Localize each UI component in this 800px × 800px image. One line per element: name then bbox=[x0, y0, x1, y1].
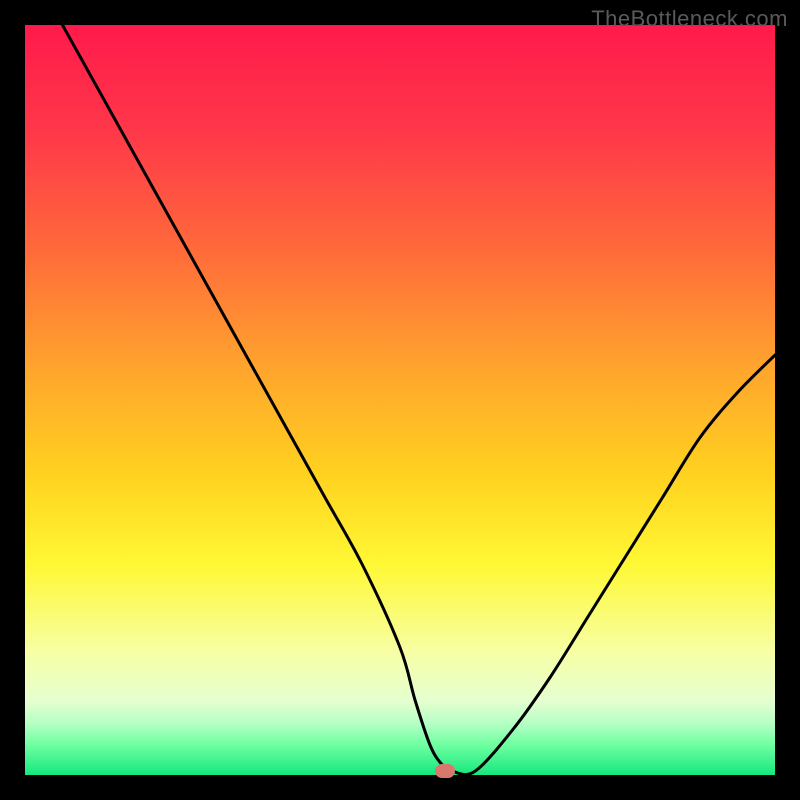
chart-frame: TheBottleneck.com bbox=[0, 0, 800, 800]
watermark-text: TheBottleneck.com bbox=[591, 6, 788, 32]
chart-svg bbox=[25, 25, 775, 775]
plot-area bbox=[25, 25, 775, 775]
optimal-point-marker bbox=[435, 764, 455, 778]
gradient-background bbox=[25, 25, 775, 775]
